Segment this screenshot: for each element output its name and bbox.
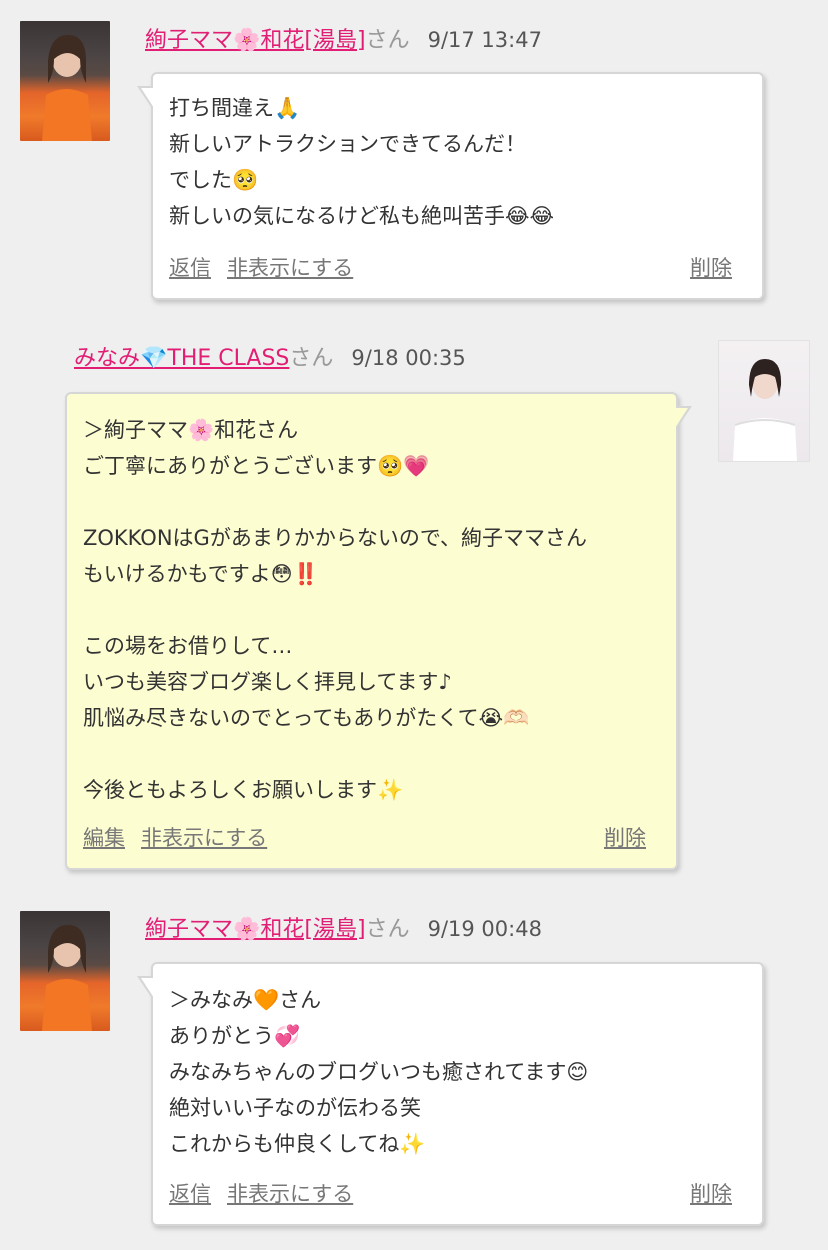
delete-link[interactable]: 削除 [604,822,646,854]
comment-bubble: ＞みなみ🧡さん ありがとう💞 みなみちゃんのブログいつも癒されてます😊 絶対いい… [137,962,764,1226]
honorific: さん [365,917,410,942]
comment-bubble: 打ち間違え🙏 新しいアトラクションできてるんだ！ でした🥺 新しいの気になるけど… [137,72,764,300]
reply-link[interactable]: 返信 [169,1182,211,1206]
timestamp: 9/19 00:48 [427,917,542,941]
avatar-photo-icon [733,359,797,461]
comment-meta: 絢子ママ🌸和花[湯島]さん 9/19 00:48 [145,915,542,944]
comment-actions: 編集 非表示にする 削除 [83,822,646,854]
reply-link[interactable]: 返信 [169,256,211,280]
commenter-avatar[interactable] [20,21,110,141]
comment-bubble: ＞絢子ママ🌸和花さん ご丁寧にありがとうございます🥺💗 ZOKKONはGがあまり… [65,392,692,870]
bubble-tail [141,978,154,998]
avatar-photo-icon [42,35,92,141]
delete-link[interactable]: 削除 [690,1178,732,1210]
honorific: さん [365,28,410,53]
comment-actions: 返信 非表示にする 削除 [169,1178,732,1210]
username-link[interactable]: みなみ💎THE CLASS [74,346,289,371]
comment-body: ＞みなみ🧡さん ありがとう💞 みなみちゃんのブログいつも癒されてます😊 絶対いい… [169,988,589,1156]
username-link[interactable]: 絢子ママ🌸和花[湯島] [145,28,366,53]
hide-link[interactable]: 非表示にする [227,256,353,280]
timestamp: 9/18 00:35 [351,346,466,370]
hide-link[interactable]: 非表示にする [141,826,267,850]
delete-link[interactable]: 削除 [690,252,732,284]
comment-meta: 絢子ママ🌸和花[湯島]さん 9/17 13:47 [145,26,542,55]
comment-meta: みなみ💎THE CLASSさん 9/18 00:35 [74,344,466,373]
username-link[interactable]: 絢子ママ🌸和花[湯島] [145,917,366,942]
honorific: さん [289,346,334,371]
commenter-avatar[interactable] [20,911,110,1031]
avatar-photo-icon [42,925,92,1031]
edit-link[interactable]: 編集 [83,826,125,850]
timestamp: 9/17 13:47 [427,28,542,52]
own-avatar[interactable] [718,340,810,462]
hide-link[interactable]: 非表示にする [227,1182,353,1206]
comment-body: 打ち間違え🙏 新しいアトラクションできてるんだ！ でした🥺 新しいの気になるけど… [169,96,555,228]
bubble-tail [141,88,154,108]
bubble-tail [675,408,688,428]
comment-body: ＞絢子ママ🌸和花さん ご丁寧にありがとうございます🥺💗 ZOKKONはGがあまり… [83,418,587,802]
comment-actions: 返信 非表示にする 削除 [169,252,732,284]
